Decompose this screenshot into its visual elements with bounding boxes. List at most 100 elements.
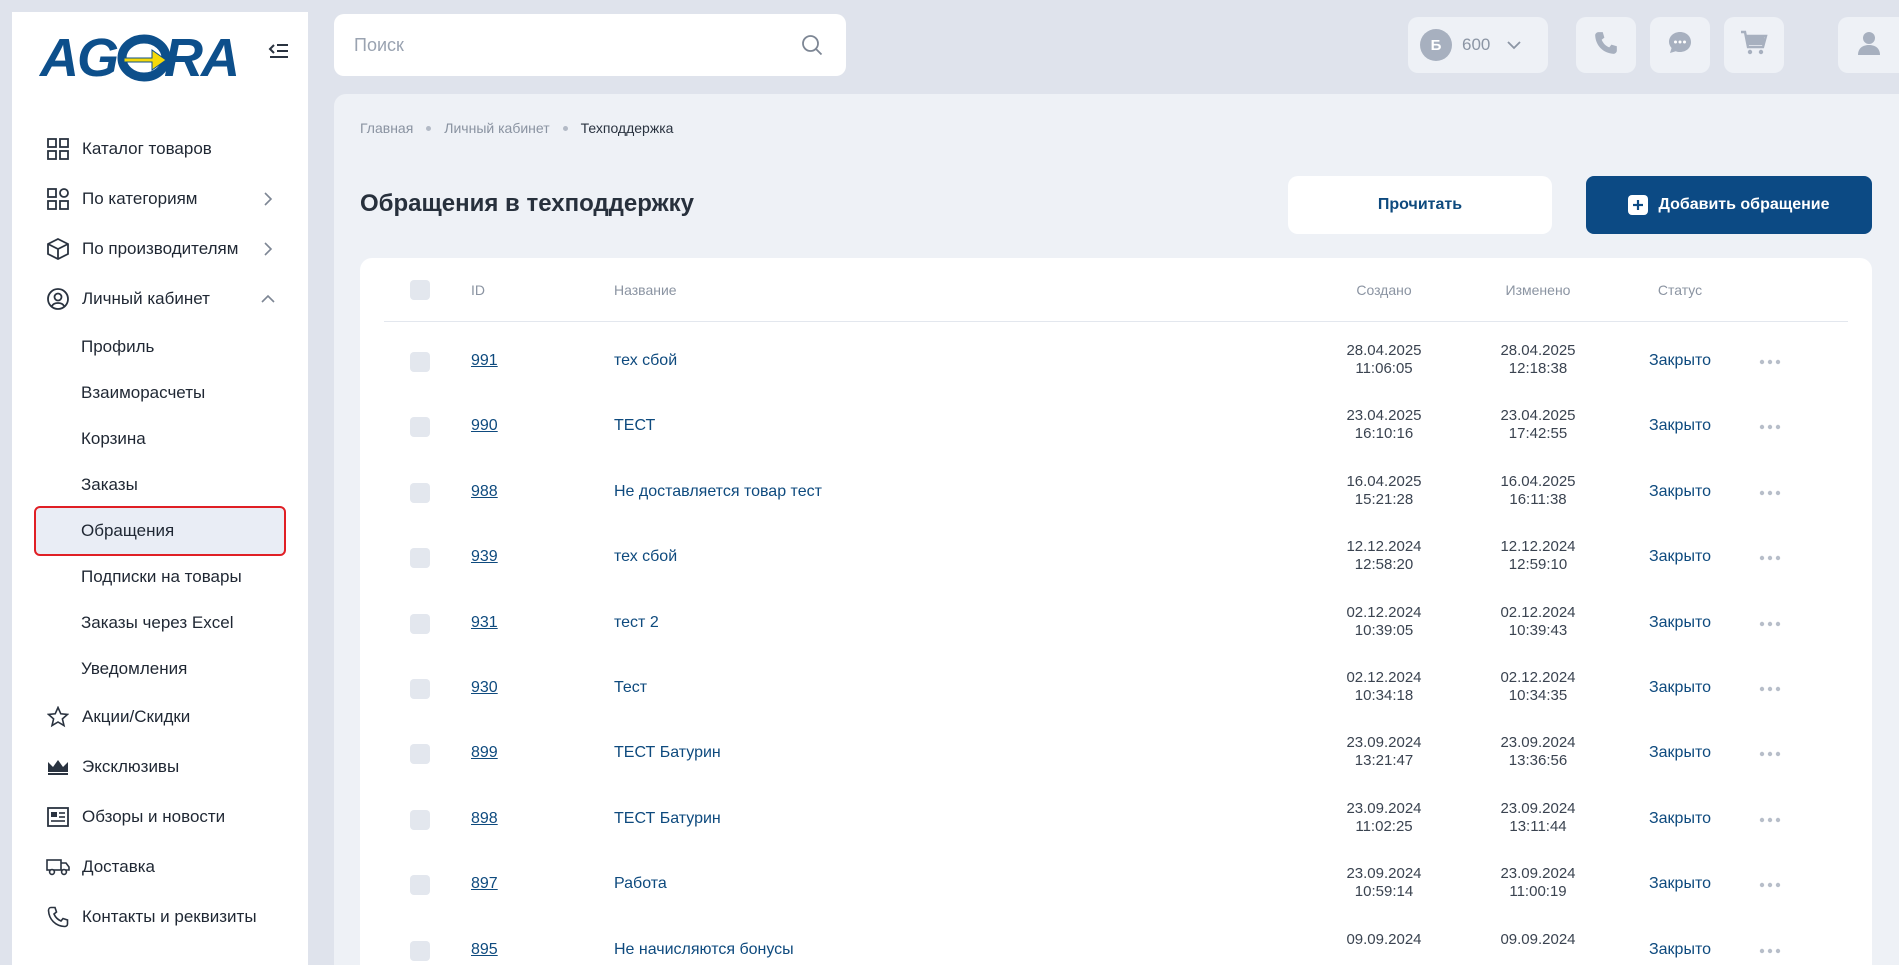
more-options-icon[interactable] <box>1750 481 1790 505</box>
changed-time: 13:36:56 <box>1508 752 1568 770</box>
more-options-icon[interactable] <box>1750 873 1790 897</box>
request-name-link[interactable]: тех сбой <box>614 352 677 370</box>
submenu-item-orders[interactable]: Заказы <box>36 462 298 508</box>
breadcrumb-home[interactable]: Главная <box>360 120 413 136</box>
sidebar-item-news[interactable]: Обзоры и новости <box>12 792 308 842</box>
sidebar-item-categories[interactable]: По категориям <box>12 174 308 224</box>
sidebar-item-contacts[interactable]: Контакты и реквизиты <box>12 892 308 942</box>
svg-text:AG: AG <box>38 28 118 88</box>
submenu-item-subscriptions[interactable]: Подписки на товары <box>36 554 298 600</box>
changed-datetime: 23.04.2025 17:42:55 <box>1478 407 1598 443</box>
chat-icon <box>1667 30 1693 61</box>
agora-logo[interactable]: AG RA <box>36 26 248 88</box>
table-row[interactable]: 899 ТЕСТ Батурин 23.09.2024 13:21:47 23.09.2… <box>360 722 1872 788</box>
table-row[interactable]: 988 Не доставляется товар тест 16.04.2025 1… <box>360 461 1872 527</box>
column-header-name[interactable]: Название <box>614 282 677 298</box>
column-header-id[interactable]: ID <box>471 282 485 298</box>
request-id-link[interactable]: 930 <box>471 679 498 697</box>
more-options-icon[interactable] <box>1750 415 1790 439</box>
breadcrumb-account[interactable]: Личный кабинет <box>444 120 549 136</box>
request-name-link[interactable]: Тест <box>614 679 647 697</box>
submenu-item-excel-orders[interactable]: Заказы через Excel <box>36 600 298 646</box>
chevron-right-icon <box>258 189 278 209</box>
more-options-icon[interactable] <box>1750 742 1790 766</box>
request-name-link[interactable]: тест 2 <box>614 614 659 632</box>
more-options-icon[interactable] <box>1750 808 1790 832</box>
sidebar-item-manufacturers[interactable]: По производителям <box>12 224 308 274</box>
table-row[interactable]: 930 Тест 02.12.2024 10:34:18 02.12.2024 10:34… <box>360 657 1872 723</box>
row-checkbox[interactable] <box>410 744 430 765</box>
sidebar-item-delivery[interactable]: Доставка <box>12 842 308 892</box>
submenu-item-settlements[interactable]: Взаиморасчеты <box>36 370 298 416</box>
mark-read-button[interactable]: Прочитать <box>1288 176 1552 234</box>
chat-button[interactable] <box>1650 17 1710 73</box>
search-input[interactable]: Поиск <box>334 14 846 76</box>
request-id-link[interactable]: 991 <box>471 352 498 370</box>
request-name-link[interactable]: Не доставляется товар тест <box>614 483 822 501</box>
bonus-balance-dropdown[interactable]: Б 600 <box>1408 17 1548 73</box>
request-name-link[interactable]: ТЕСТ Батурин <box>614 810 721 828</box>
sidebar-item-catalog[interactable]: Каталог товаров <box>12 124 308 174</box>
more-options-icon[interactable] <box>1750 939 1790 963</box>
created-datetime: 09.09.2024 <box>1324 931 1444 949</box>
request-id-link[interactable]: 898 <box>471 810 498 828</box>
more-options-icon[interactable] <box>1750 612 1790 636</box>
table-row[interactable]: 895 Не начисляются бонусы 09.09.2024 09.09.… <box>360 919 1872 965</box>
row-checkbox[interactable] <box>410 940 430 961</box>
request-name-link[interactable]: Работа <box>614 875 667 893</box>
more-options-icon[interactable] <box>1750 350 1790 374</box>
table-row[interactable]: 991 тех сбой 28.04.2025 11:06:05 28.04.2025 1… <box>360 330 1872 396</box>
submenu-item-notifications[interactable]: Уведомления <box>36 646 298 692</box>
select-all-checkbox[interactable] <box>410 280 430 300</box>
table-row[interactable]: 897 Работа 23.09.2024 10:59:14 23.09.2024 11:… <box>360 853 1872 919</box>
request-id-link[interactable]: 988 <box>471 483 498 501</box>
table-row[interactable]: 939 тех сбой 12.12.2024 12:58:20 12.12.2024 1… <box>360 526 1872 592</box>
request-name-link[interactable]: Не начисляются бонусы <box>614 941 794 959</box>
changed-datetime: 16.04.2025 16:11:38 <box>1478 473 1598 509</box>
request-id-link[interactable]: 899 <box>471 744 498 762</box>
request-name-link[interactable]: тех сбой <box>614 548 677 566</box>
request-id-link[interactable]: 897 <box>471 875 498 893</box>
column-header-created[interactable]: Создано <box>1324 282 1444 298</box>
more-options-icon[interactable] <box>1750 677 1790 701</box>
account-submenu: Профиль Взаиморасчеты Корзина Заказы Обр… <box>12 324 308 692</box>
row-checkbox[interactable] <box>410 417 430 438</box>
row-checkbox[interactable] <box>410 875 430 896</box>
table-row[interactable]: 898 ТЕСТ Батурин 23.09.2024 11:02:25 23.09.2… <box>360 788 1872 854</box>
row-checkbox[interactable] <box>410 679 430 699</box>
sidebar-item-exclusives[interactable]: Эксклюзивы <box>12 742 308 792</box>
table-header: ID Название Создано Изменено Статус <box>384 258 1848 322</box>
row-checkbox[interactable] <box>410 352 430 372</box>
request-id-link[interactable]: 931 <box>471 614 498 632</box>
changed-date: 23.09.2024 <box>1500 799 1576 817</box>
request-id-link[interactable]: 895 <box>471 941 498 959</box>
table-row[interactable]: 990 ТЕСТ 23.04.2025 16:10:16 23.04.2025 17:42… <box>360 395 1872 461</box>
changed-date: 23.09.2024 <box>1500 865 1576 883</box>
request-name-link[interactable]: ТЕСТ Батурин <box>614 744 721 762</box>
add-request-button[interactable]: Добавить обращение <box>1586 176 1872 234</box>
column-header-changed[interactable]: Изменено <box>1478 282 1598 298</box>
request-name-link[interactable]: ТЕСТ <box>614 417 655 435</box>
cart-button[interactable] <box>1724 17 1784 73</box>
table-row[interactable]: 931 тест 2 02.12.2024 10:39:05 02.12.2024 10:… <box>360 592 1872 658</box>
search-icon[interactable] <box>798 31 826 59</box>
request-id-link[interactable]: 939 <box>471 548 498 566</box>
row-checkbox[interactable] <box>410 613 430 634</box>
submenu-item-label: Обращения <box>81 521 175 540</box>
submenu-item-requests[interactable]: Обращения <box>34 506 286 556</box>
request-id-link[interactable]: 990 <box>471 417 498 435</box>
more-options-icon[interactable] <box>1750 546 1790 570</box>
row-checkbox[interactable] <box>410 482 430 503</box>
row-checkbox[interactable] <box>410 809 430 830</box>
submenu-item-cart[interactable]: Корзина <box>36 416 298 462</box>
sidebar-item-account[interactable]: Личный кабинет <box>12 274 308 324</box>
submenu-item-profile[interactable]: Профиль <box>36 324 298 370</box>
call-button[interactable] <box>1576 17 1636 73</box>
collapse-menu-icon[interactable] <box>264 36 294 66</box>
created-date: 28.04.2025 <box>1346 342 1422 359</box>
profile-button[interactable] <box>1838 17 1899 73</box>
row-checkbox[interactable] <box>410 548 430 569</box>
sidebar-item-promotions[interactable]: Акции/Скидки <box>12 692 308 742</box>
breadcrumb-separator <box>426 125 432 131</box>
column-header-status[interactable]: Статус <box>1630 282 1730 298</box>
